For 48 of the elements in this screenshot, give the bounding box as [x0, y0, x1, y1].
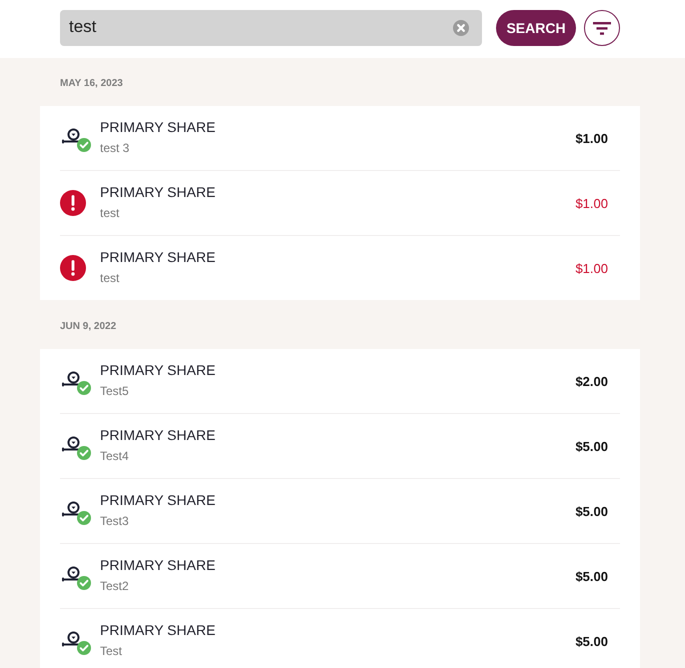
- date-header: MAY 16, 2023: [59, 77, 124, 91]
- transaction-title: PRIMARY SHARE: [100, 249, 216, 265]
- exclamation-icon: [60, 255, 86, 281]
- check-badge-icon: [77, 446, 91, 460]
- transaction-row[interactable]: PRIMARY SHARE test $1.00: [60, 236, 620, 300]
- filter-button[interactable]: [584, 10, 620, 46]
- search-field[interactable]: test: [60, 10, 482, 46]
- transaction-amount: $1.00: [575, 260, 608, 276]
- transaction-row[interactable]: PRIMARY SHARE test 3 $1.00: [60, 106, 620, 171]
- search-button[interactable]: SEARCH: [496, 10, 576, 46]
- transaction-row[interactable]: PRIMARY SHARE Test3 $5.00: [60, 479, 620, 544]
- transaction-amount: $1.00: [575, 130, 608, 146]
- transaction-title: PRIMARY SHARE: [100, 119, 216, 135]
- filter-icon: [593, 22, 611, 35]
- check-badge-icon: [77, 641, 91, 655]
- clear-icon: [453, 20, 469, 36]
- transaction-note: Test2: [100, 579, 129, 593]
- check-badge-icon: [77, 576, 91, 590]
- transaction-note: Test4: [100, 449, 129, 463]
- transaction-row[interactable]: PRIMARY SHARE Test5 $2.00: [60, 349, 620, 414]
- transaction-row[interactable]: PRIMARY SHARE Test2 $5.00: [60, 544, 620, 609]
- transaction-title: PRIMARY SHARE: [100, 184, 216, 200]
- transaction-amount: $1.00: [575, 196, 608, 210]
- transaction-title: PRIMARY SHARE: [100, 427, 216, 443]
- transaction-row[interactable]: PRIMARY SHARE Test $5.00: [60, 609, 620, 668]
- clear-button[interactable]: [453, 20, 469, 36]
- transaction-title: PRIMARY SHARE: [100, 492, 216, 508]
- check-badge-icon: [77, 381, 91, 395]
- transaction-amount: $5.00: [575, 568, 608, 584]
- date-header: JUN 9, 2022: [59, 320, 118, 334]
- transaction-note: test: [100, 206, 120, 220]
- transaction-amount: $5.00: [575, 438, 608, 454]
- transaction-title: PRIMARY SHARE: [100, 622, 216, 638]
- transaction-title: PRIMARY SHARE: [100, 557, 216, 573]
- transaction-note: Test3: [100, 514, 129, 528]
- transaction-note: test: [100, 271, 120, 285]
- exclamation-icon: [60, 190, 86, 216]
- transaction-title: PRIMARY SHARE: [100, 362, 216, 378]
- check-badge-icon: [77, 138, 91, 152]
- transaction-amount: $5.00: [575, 504, 608, 518]
- transaction-row[interactable]: PRIMARY SHARE Test4 $5.00: [60, 414, 620, 479]
- transaction-amount: $5.00: [575, 634, 608, 648]
- transaction-note: Test5: [100, 384, 129, 398]
- transaction-amount: $2.00: [575, 374, 608, 388]
- transaction-note: Test: [100, 644, 122, 658]
- transaction-note: test 3: [100, 141, 130, 155]
- check-badge-icon: [77, 511, 91, 525]
- transaction-row[interactable]: PRIMARY SHARE test $1.00: [60, 171, 620, 236]
